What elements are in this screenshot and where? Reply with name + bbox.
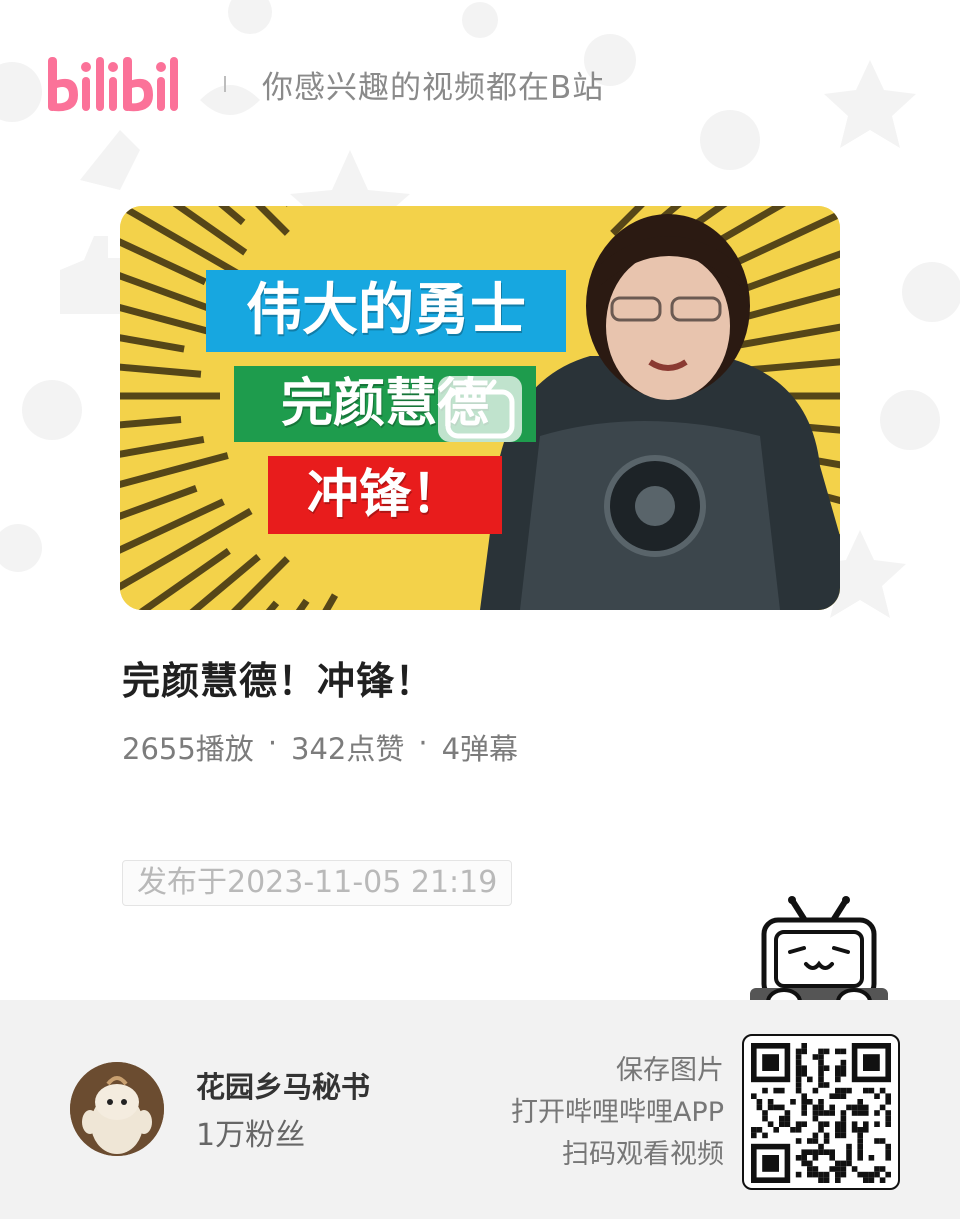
cta-text: 保存图片 打开哔哩哔哩APP 扫码观看视频 [511,1050,724,1176]
fan-count: 1万粉丝 [196,1118,306,1153]
stats-separator: · [267,726,278,760]
video-stats: 2655播放 · 342点赞 · 4弹幕 [122,726,518,768]
qr-code[interactable] [742,1034,900,1190]
header-divider [224,76,226,92]
bilibili-logo[interactable] [44,51,186,117]
cover-label-warrior: 伟大的勇士 [206,270,566,352]
video-title[interactable]: 完颜慧德！冲锋！ [122,650,434,705]
cta-save-image: 保存图片 [616,1055,724,1086]
stats-separator: · [418,726,428,760]
publish-time: 发布于2023-11-05 21:19 [122,860,513,906]
cta-open-app: 打开哔哩哔哩APP [510,1097,724,1128]
cta-scan: 扫码观看视频 [562,1139,724,1170]
author-avatar[interactable] [70,1062,164,1156]
cover-label-charge: 冲锋！ [268,456,502,534]
tagline: 你感兴趣的视频都在B站 [262,69,605,106]
play-count: 2655播放 [122,732,254,766]
like-count: 342点赞 [291,732,405,766]
danmaku-count: 4弹幕 [441,732,519,766]
video-cover[interactable]: 伟大的勇士 完颜慧德 冲锋！ [120,206,840,610]
header: 你感兴趣的视频都在B站 [44,44,604,124]
tv-badge-icon [438,376,522,442]
author-name[interactable]: 花园乡马秘书 [196,1064,370,1106]
